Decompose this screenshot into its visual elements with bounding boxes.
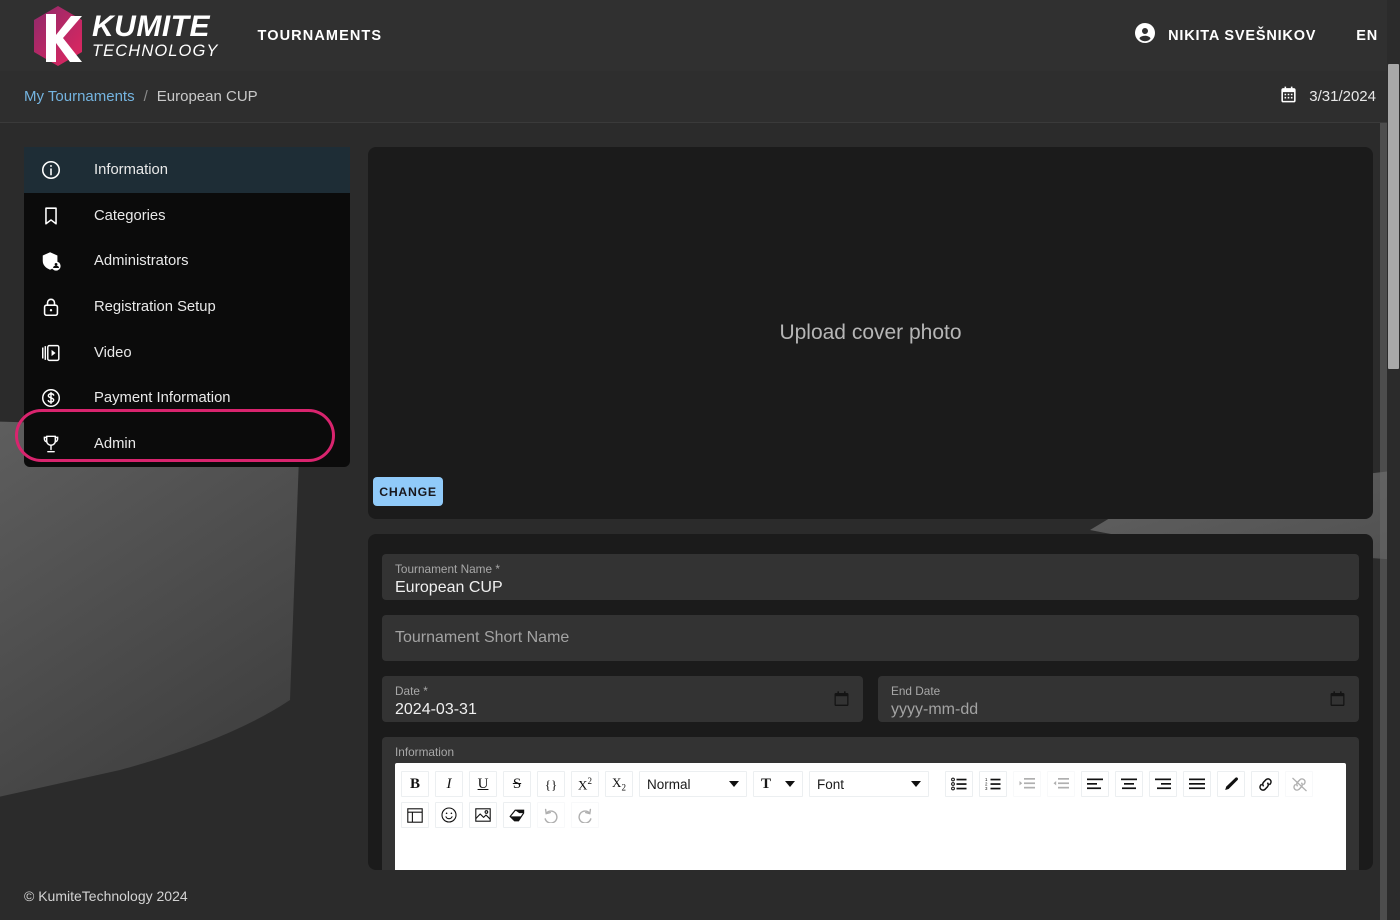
lock-icon — [38, 294, 64, 320]
chevron-down-icon — [911, 781, 921, 787]
info-circle-icon — [38, 157, 64, 183]
indent-increase-icon[interactable] — [1013, 771, 1041, 797]
footer-copyright: © KumiteTechnology 2024 — [24, 888, 188, 904]
tournament-sidebar-menu: Information Categories Administrators Re… — [15, 147, 350, 467]
start-date-value: 2024-03-31 — [395, 701, 477, 718]
sidebar-item-label: Payment Information — [94, 390, 231, 407]
nav-tournaments-link[interactable]: TOURNAMENTS — [258, 28, 383, 44]
user-menu[interactable]: NIKITA SVEŠNIKOV — [1133, 21, 1316, 50]
sidebar-item-administrators[interactable]: Administrators — [24, 238, 350, 284]
brand-name-secondary: TECHNOLOGY — [92, 41, 219, 60]
subscript-icon[interactable]: X2 — [605, 771, 633, 797]
sidebar-item-label: Admin — [94, 435, 136, 452]
information-label: Information — [395, 745, 455, 759]
tournament-short-name-placeholder: Tournament Short Name — [395, 629, 570, 646]
align-right-icon[interactable] — [1149, 771, 1177, 797]
cover-photo-placeholder: Upload cover photo — [779, 321, 962, 344]
align-center-icon[interactable] — [1115, 771, 1143, 797]
tournament-name-value: European CUP — [395, 579, 503, 596]
header-select[interactable]: Normal — [639, 771, 747, 797]
calendar-icon — [1279, 85, 1298, 108]
top-navigation-bar: KUMITE TECHNOLOGY TOURNAMENTS NIKITA SVE… — [0, 0, 1400, 71]
editor-toolbar-row-2 — [401, 802, 1340, 828]
brand-logo[interactable]: KUMITE TECHNOLOGY — [30, 5, 219, 67]
redo-icon[interactable] — [571, 802, 599, 828]
font-family-select-value: Font — [817, 776, 845, 792]
unlink-icon[interactable] — [1285, 771, 1313, 797]
date-label: 3/31/2024 — [1309, 88, 1376, 105]
chevron-down-icon — [785, 781, 795, 787]
bold-icon[interactable]: B — [401, 771, 429, 797]
end-date-label: End Date — [891, 684, 941, 698]
start-date-label: Date * — [395, 684, 428, 698]
underline-icon[interactable]: U — [469, 771, 497, 797]
sidebar-item-information[interactable]: Information — [24, 147, 350, 193]
editor-toolbar: B I U S {} X2 X2 Normal T Font 1 2 3 — [395, 763, 1346, 833]
page-scrollbar-thumb[interactable] — [1388, 64, 1399, 369]
language-selector[interactable]: EN — [1356, 28, 1378, 44]
information-editor-field: Information B I U S {} X2 X2 Normal T Fo… — [382, 737, 1359, 870]
bookmark-icon — [38, 203, 64, 229]
tournament-name-field[interactable]: Tournament Name * European CUP — [382, 554, 1359, 600]
tournament-name-label: Tournament Name * — [395, 562, 500, 576]
dollar-circle-icon — [38, 385, 64, 411]
link-icon[interactable] — [1251, 771, 1279, 797]
sidebar-item-label: Categories — [94, 207, 166, 224]
calendar-picker-icon[interactable] — [834, 691, 849, 707]
breadcrumb-bar: My Tournaments / European CUP 3/31/2024 — [0, 71, 1400, 123]
ordered-list-icon[interactable]: 123 — [979, 771, 1007, 797]
font-size-select[interactable]: T — [753, 771, 803, 797]
brand-name-primary: KUMITE — [92, 9, 210, 43]
chevron-down-icon — [729, 781, 739, 787]
breadcrumb: My Tournaments / European CUP — [24, 88, 258, 105]
font-family-select[interactable]: Font — [809, 771, 929, 797]
highlight-pen-icon[interactable] — [1217, 771, 1245, 797]
superscript-icon[interactable]: X2 — [571, 771, 599, 797]
sidebar-item-video[interactable]: Video — [24, 330, 350, 376]
header-select-value: Normal — [647, 776, 691, 792]
undo-icon[interactable] — [537, 802, 565, 828]
account-circle-icon — [1133, 21, 1157, 50]
svg-text:3: 3 — [985, 786, 988, 791]
trophy-icon — [38, 431, 64, 457]
indent-decrease-icon[interactable] — [1047, 771, 1075, 797]
breadcrumb-current: European CUP — [156, 88, 258, 105]
calendar-picker-icon[interactable] — [1330, 691, 1345, 707]
change-cover-button[interactable]: CHANGE — [373, 477, 443, 506]
start-date-field[interactable]: Date * 2024-03-31 — [382, 676, 863, 722]
end-date-value: yyyy-mm-dd — [891, 701, 979, 718]
insert-table-icon[interactable] — [401, 802, 429, 828]
emoji-icon[interactable] — [435, 802, 463, 828]
sidebar-item-payment-information[interactable]: Payment Information — [24, 375, 350, 421]
align-justify-icon[interactable] — [1183, 771, 1211, 797]
sidebar-item-label: Registration Setup — [94, 298, 216, 315]
tournament-date-display: 3/31/2024 — [1279, 85, 1376, 108]
editor-toolbar-row-1: B I U S {} X2 X2 Normal T Font 1 2 3 — [401, 771, 1340, 797]
tournament-information-form: Tournament Name * European CUP Tournamen… — [368, 534, 1373, 870]
admin-shield-icon — [38, 248, 64, 274]
sidebar-item-categories[interactable]: Categories — [24, 193, 350, 239]
insert-image-icon[interactable] — [469, 802, 497, 828]
breadcrumb-root-link[interactable]: My Tournaments — [24, 88, 135, 105]
italic-icon[interactable]: I — [435, 771, 463, 797]
sidebar-item-admin[interactable]: Admin — [15, 409, 350, 467]
sidebar-item-label: Video — [94, 344, 132, 361]
clear-format-icon[interactable] — [503, 802, 531, 828]
kumite-hex-k-logo-icon — [30, 5, 86, 67]
tournament-short-name-field[interactable]: Tournament Short Name — [382, 615, 1359, 661]
rich-text-editor[interactable]: B I U S {} X2 X2 Normal T Font 1 2 3 — [395, 763, 1346, 870]
strikethrough-icon[interactable]: S — [503, 771, 531, 797]
cover-photo-upload-area[interactable]: Upload cover photo — [368, 147, 1373, 519]
sidebar-item-label: Administrators — [94, 253, 189, 270]
end-date-field[interactable]: End Date yyyy-mm-dd — [878, 676, 1359, 722]
breadcrumb-separator: / — [143, 88, 148, 105]
user-name-label: NIKITA SVEŠNIKOV — [1168, 27, 1317, 44]
font-size-select-value: T — [761, 775, 772, 792]
bullet-list-icon[interactable] — [945, 771, 973, 797]
sidebar-item-label: Information — [94, 161, 169, 178]
code-block-icon[interactable]: {} — [537, 771, 565, 797]
video-library-icon — [38, 340, 64, 366]
align-left-icon[interactable] — [1081, 771, 1109, 797]
sidebar-item-registration-setup[interactable]: Registration Setup — [24, 284, 350, 330]
